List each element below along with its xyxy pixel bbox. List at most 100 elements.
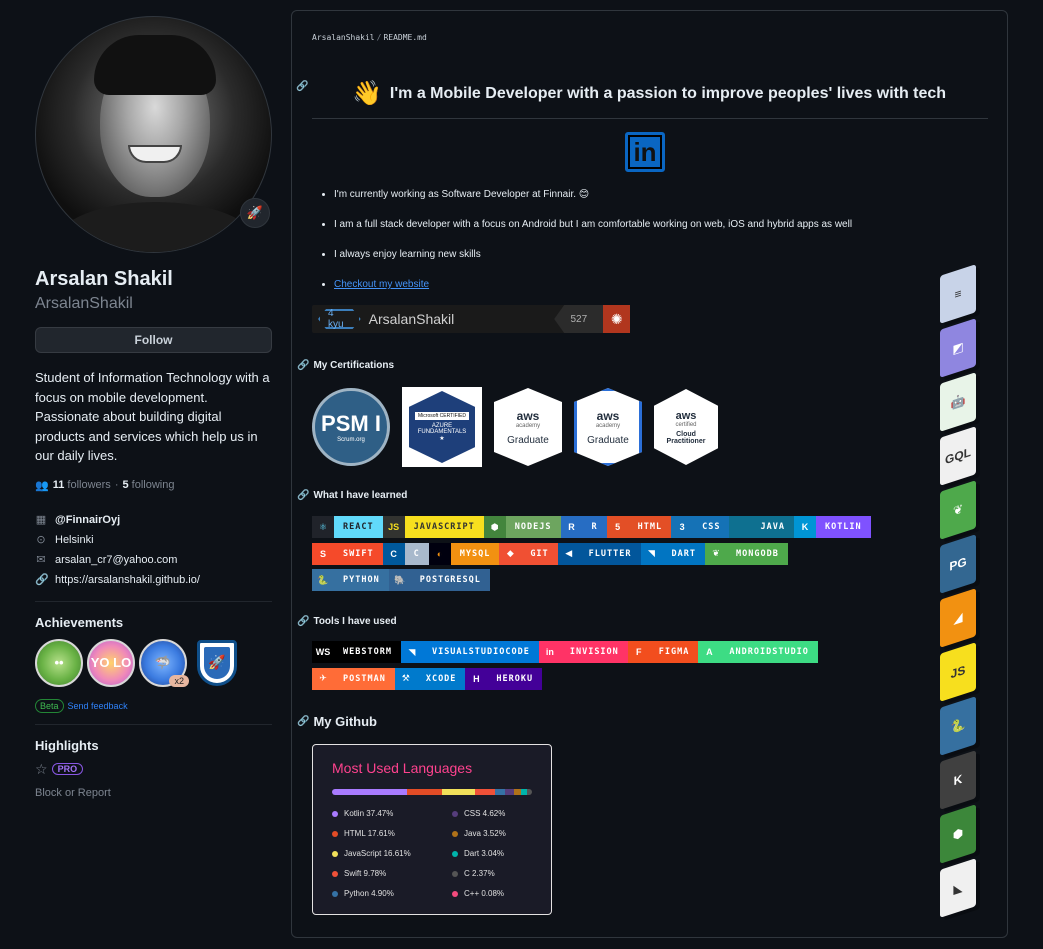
tech-badge-mysql: ◐ MYSQL (428, 542, 500, 565)
rocket-icon: 🚀 (204, 646, 230, 679)
tech-badge-javascript: JS JAVASCRIPT (382, 516, 484, 538)
badge-label: SWIFT (334, 542, 383, 565)
language-dot (452, 850, 458, 857)
achievement-pull-shark[interactable]: 🦈 x2 (139, 638, 189, 687)
mysql-icon: ◐ (428, 542, 451, 565)
beta-label: Beta (35, 698, 64, 713)
achievement-count: x2 (169, 674, 189, 687)
profile-name: Arsalan Shakil (35, 268, 173, 290)
language-label: Kotlin 37.47% (344, 809, 394, 818)
language-label: Python 4.90% (344, 889, 394, 898)
badge-label: NODEJS (505, 516, 561, 538)
linkedin-icon[interactable]: in (625, 132, 665, 172)
psm-certificate-badge[interactable]: PSM I Scrum.org (312, 388, 390, 466)
badge-label: VISUALSTUDIOCODE (422, 641, 539, 663)
email-link[interactable]: arsalan_cr7@yahoo.com (55, 554, 177, 566)
breadcrumb-user[interactable]: ArsalanShakil (312, 33, 375, 42)
github-heading: 🔗 My Github (297, 714, 377, 729)
star-icon: ★ (439, 436, 445, 442)
tech-badge-r: RR (560, 516, 607, 538)
pro-badge: PRO (51, 763, 84, 775)
skill-cube: PG (940, 534, 976, 594)
org-link[interactable]: @FinnairOyj (55, 514, 120, 526)
follow-button[interactable]: Follow (35, 327, 272, 353)
website-row: 🔗 https://arsalanshakil.github.io/ (35, 570, 272, 590)
anchor-link-icon[interactable]: 🔗 (297, 490, 309, 501)
following-link[interactable]: 5 following (122, 479, 174, 491)
c-icon: C (382, 542, 405, 565)
tech-badge-flutter: ◀ FLUTTER (557, 542, 641, 565)
website-link[interactable]: https://arsalanshakil.github.io/ (55, 574, 200, 586)
tech-badge-webstorm: WS WEBSTORM (312, 641, 401, 663)
javascript-icon: JS (382, 516, 405, 538)
codewars-badge[interactable]: 4 kyu ArsalanShakil 527 ✺ (312, 305, 630, 333)
badge-label: FLUTTER (579, 542, 641, 565)
followers-link[interactable]: 11 followers (53, 479, 111, 491)
aws-academy-badge[interactable]: aws academy Graduate (494, 388, 562, 466)
anchor-link-icon[interactable]: 🔗 (297, 616, 309, 627)
badge-label: DART (662, 542, 705, 565)
aws-cloud-practitioner-badge[interactable]: aws certified Cloud Practitioner (654, 389, 718, 465)
language-label: C 2.37% (464, 869, 495, 878)
tech-badge-html: 5 HTML (606, 516, 672, 538)
pro-row: ☆ PRO (35, 761, 272, 778)
azure-certificate-badge[interactable]: Microsoft CERTIFIED AZURE FUNDAMENTALS ★ (402, 387, 482, 467)
languages-card-title: Most Used Languages (332, 760, 473, 776)
set-status-button[interactable]: 🚀 (240, 198, 270, 228)
language-item: HTML 17.61% (332, 829, 452, 838)
block-or-report-link[interactable]: Block or Report (35, 787, 272, 799)
badge-label: R (582, 516, 607, 538)
checkout-website-link[interactable]: Checkout my website (334, 279, 429, 290)
list-item: Checkout my website (334, 277, 852, 307)
send-feedback-link[interactable]: Send feedback (68, 701, 128, 711)
achievement-pair-extraordinaire[interactable]: •• (35, 638, 83, 687)
language-item: Dart 3.04% (452, 849, 542, 858)
readme-heading: 👋 I'm a Mobile Developer with a passion … (352, 80, 947, 107)
language-item: Java 3.52% (452, 829, 542, 838)
profile-sidebar: 🚀 Arsalan Shakil ArsalanShakil Follow St… (35, 16, 272, 799)
language-dot (452, 810, 458, 817)
badge-label: GIT (521, 542, 558, 565)
badge-row: 🐍 PYTHON 🐘 POSTGRESQL (312, 569, 490, 591)
readme-panel: ArsalanShakil / README.md 🔗 👋 I'm a Mobile… (291, 10, 1008, 938)
tech-badge-mongodb: ❦ MONGODB (704, 542, 788, 565)
tech-badge-kotlin: K KOTLIN (793, 516, 871, 538)
java-icon (729, 516, 752, 538)
organization-icon: ▦ (35, 514, 47, 526)
achievements-heading: Achievements (35, 614, 124, 630)
badge-label: POSTGRESQL (410, 569, 490, 591)
badge-label: XCODE (416, 667, 466, 690)
anchor-link-icon[interactable]: 🔗 (296, 81, 308, 92)
avatar-body (56, 202, 256, 252)
tech-badge-react: ⚛ REACT (312, 516, 383, 538)
anchor-link-icon[interactable]: 🔗 (297, 716, 309, 727)
codewars-score: 527 (554, 305, 604, 333)
achievement-yolo[interactable]: YO LO (87, 638, 135, 687)
anchor-link-icon[interactable]: 🔗 (297, 360, 309, 371)
language-bar-segment (513, 789, 521, 795)
certifications-heading: 🔗 My Certifications (297, 360, 395, 371)
tech-badge-git: ◆ GIT (499, 542, 558, 565)
achievement-starstruck[interactable]: 🚀 (197, 639, 237, 686)
tech-badge-postgresql: 🐘 POSTGRESQL (388, 569, 490, 591)
badge-label: WEBSTORM (334, 641, 401, 663)
html-icon: 5 (606, 516, 629, 538)
mail-icon: ✉ (36, 554, 46, 566)
css-icon: 3 (671, 516, 694, 538)
language-bar-segment (332, 789, 407, 795)
highlights-heading: Highlights (35, 737, 99, 753)
avatar[interactable] (35, 16, 272, 253)
aws-academy-badge-2[interactable]: aws academy Graduate (574, 388, 642, 466)
language-bar-segment (406, 789, 443, 795)
skill-cube: JS (940, 642, 976, 702)
tech-badge-androidstudio: A ANDROIDSTUDIO (698, 641, 818, 663)
tech-badge-invision: in INVISION (538, 641, 628, 663)
divider (35, 723, 272, 725)
language-label: HTML 17.61% (344, 829, 395, 838)
profile-details: ▦ @FinnairOyj ⊙ Helsinki ✉ arsalan_cr7@y… (35, 510, 272, 590)
skill-cube: ◩ (940, 318, 976, 378)
most-used-languages-card[interactable]: Most Used Languages Kotlin 37.47% CSS 4.6… (312, 744, 552, 915)
kotlin-icon: K (793, 516, 816, 538)
language-label: Dart 3.04% (464, 849, 505, 858)
swift-icon: S (312, 542, 334, 565)
